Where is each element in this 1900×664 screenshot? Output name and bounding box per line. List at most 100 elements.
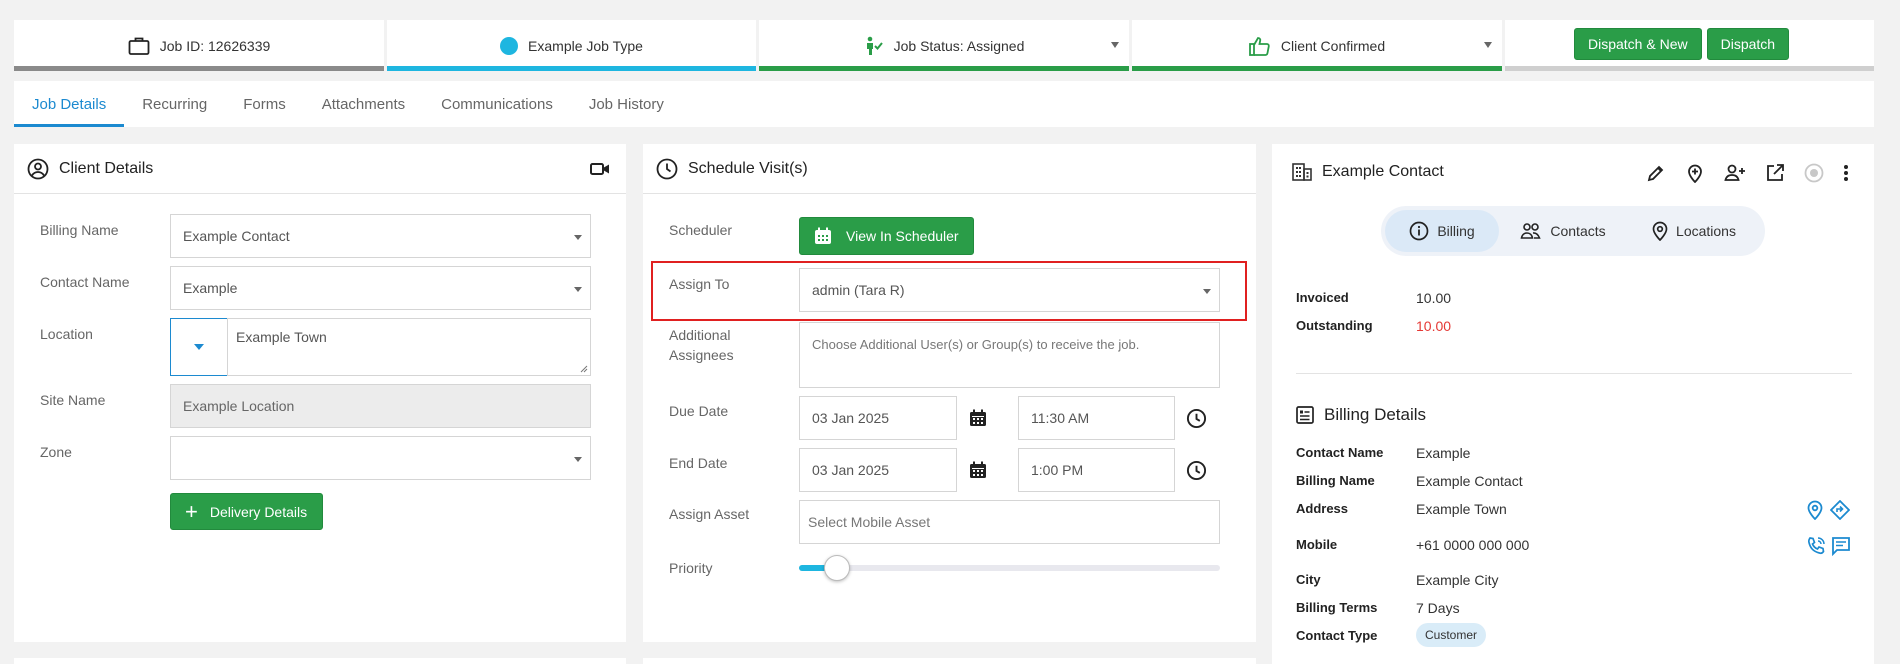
bd-contact-name-value: Example [1416, 445, 1471, 461]
additional-label-line1: Additional [669, 327, 731, 343]
message-icon[interactable] [1831, 536, 1851, 556]
zone-select[interactable] [170, 436, 591, 480]
info-icon [1409, 221, 1429, 241]
bd-billing-terms-value: 7 Days [1416, 600, 1460, 616]
location-pin-icon [1652, 221, 1668, 241]
chevron-down-icon [1203, 289, 1211, 294]
contact-type-badge: Customer [1416, 623, 1487, 647]
delivery-details-button[interactable]: + Delivery Details [170, 493, 324, 530]
end-date-input[interactable]: 03 Jan 2025 [799, 448, 957, 492]
job-type-dot-icon [500, 36, 519, 55]
job-tabs: Job Details Recurring Forms Attachments … [14, 81, 1874, 127]
assign-asset-label: Assign Asset [669, 506, 750, 522]
view-in-scheduler-button[interactable]: View In Scheduler [799, 217, 974, 255]
pill-tab-locations[interactable]: Locations [1627, 210, 1761, 252]
dispatch-bar [1505, 66, 1874, 71]
video-camera-icon[interactable] [590, 161, 610, 177]
zone-label: Zone [40, 444, 72, 460]
sync-disabled-icon [1804, 163, 1824, 183]
tab-recurring[interactable]: Recurring [124, 81, 225, 127]
location-value: Example Town [236, 329, 327, 345]
more-vertical-icon[interactable] [1843, 163, 1849, 183]
plus-icon: + [185, 498, 198, 524]
schedule-visits-panel: Schedule Visit(s) Scheduler View In Sche… [643, 144, 1256, 642]
tab-attachments[interactable]: Attachments [304, 81, 423, 127]
end-time-input[interactable]: 1:00 PM [1018, 448, 1175, 492]
tab-job-details[interactable]: Job Details [14, 81, 125, 127]
job-status-bar-line [759, 66, 1129, 71]
job-status-dropdown[interactable]: Job Status: Assigned [759, 20, 1129, 71]
client-confirmed-dropdown[interactable]: Client Confirmed [1132, 20, 1502, 71]
receipt-icon [1296, 406, 1314, 424]
location-textarea[interactable]: Example Town [227, 318, 591, 376]
dispatch-card: Dispatch & New Dispatch [1505, 20, 1874, 71]
tab-communications[interactable]: Communications [423, 81, 571, 127]
due-date-label: Due Date [669, 403, 729, 419]
billing-name-select[interactable]: Example Contact [170, 214, 591, 258]
map-pin-icon[interactable] [1807, 500, 1823, 520]
schedule-visits-title: Schedule Visit(s) [688, 159, 808, 177]
additional-label-line2: Assignees [669, 347, 734, 363]
assign-to-value: admin (Tara R) [812, 282, 905, 298]
outstanding-value: 10.00 [1416, 318, 1452, 334]
dispatch-button[interactable]: Dispatch [1706, 28, 1790, 60]
assign-to-label: Assign To [669, 276, 730, 292]
end-date-label: End Date [669, 455, 728, 471]
briefcase-icon [128, 36, 150, 56]
priority-slider-thumb[interactable] [824, 555, 850, 581]
pill-tab-locations-label: Locations [1676, 223, 1736, 239]
bd-billing-name-value: Example Contact [1416, 473, 1523, 489]
pill-tab-billing-label: Billing [1437, 223, 1475, 239]
bd-mobile-value: +61 0000 000 000 [1416, 537, 1530, 553]
billing-name-label: Billing Name [40, 222, 119, 238]
billing-details-heading: Billing Details [1296, 405, 1426, 425]
job-type-bar [387, 66, 756, 71]
scheduler-label: Scheduler [669, 222, 733, 238]
dispatch-and-new-button[interactable]: Dispatch & New [1574, 28, 1702, 60]
edit-pencil-icon[interactable] [1646, 163, 1666, 183]
clock-icon [656, 158, 678, 180]
job-id-bar [14, 66, 384, 71]
assign-to-select[interactable]: admin (Tara R) [799, 268, 1220, 312]
priority-slider-track[interactable] [799, 555, 1220, 581]
clock-icon[interactable] [1186, 460, 1207, 481]
tab-forms[interactable]: Forms [225, 81, 304, 127]
contact-name-select[interactable]: Example [170, 266, 591, 310]
calendar-icon[interactable] [968, 460, 988, 480]
location-dropdown-button[interactable] [170, 318, 228, 376]
client-confirmed-text: Client Confirmed [1280, 37, 1386, 54]
due-time-input[interactable]: 11:30 AM [1018, 396, 1175, 440]
person-check-icon [864, 36, 884, 56]
resize-handle-icon[interactable] [580, 365, 588, 373]
additional-assignees-input[interactable]: Choose Additional User(s) or Group(s) to… [799, 322, 1220, 388]
clock-icon[interactable] [1186, 408, 1207, 429]
add-user-icon[interactable] [1724, 163, 1746, 183]
contact-panel: Example Contact Billing Contacts Locatio… [1272, 144, 1874, 664]
open-external-icon[interactable] [1765, 163, 1785, 183]
job-type-card[interactable]: Example Job Type [387, 20, 756, 71]
phone-call-icon[interactable] [1806, 536, 1826, 556]
chevron-down-icon [194, 344, 204, 350]
contact-pill-tabs: Billing Contacts Locations [1381, 206, 1765, 256]
bd-mobile-label: Mobile [1296, 537, 1338, 552]
pill-tab-billing[interactable]: Billing [1385, 210, 1499, 252]
tab-job-history[interactable]: Job History [571, 81, 682, 127]
bd-city-value: Example City [1416, 572, 1499, 588]
billing-name-value: Example Contact [183, 228, 290, 244]
divider [1296, 373, 1852, 374]
contact-name-value: Example [183, 280, 238, 296]
client-details-header: Client Details [14, 144, 626, 194]
contact-name-heading: Example Contact [1322, 163, 1444, 180]
due-date-input[interactable]: 03 Jan 2025 [799, 396, 957, 440]
add-location-icon[interactable] [1685, 163, 1705, 183]
priority-label: Priority [669, 560, 713, 576]
chevron-down-icon [1111, 42, 1119, 48]
calendar-icon[interactable] [968, 408, 988, 428]
bd-address-label: Address [1296, 501, 1349, 516]
chevron-down-icon [574, 287, 582, 292]
assign-asset-input[interactable]: Select Mobile Asset [799, 500, 1220, 544]
pill-tab-contacts[interactable]: Contacts [1499, 210, 1627, 252]
directions-icon[interactable] [1830, 500, 1850, 520]
location-label: Location [40, 326, 93, 342]
view-in-scheduler-label: View In Scheduler [846, 228, 959, 244]
